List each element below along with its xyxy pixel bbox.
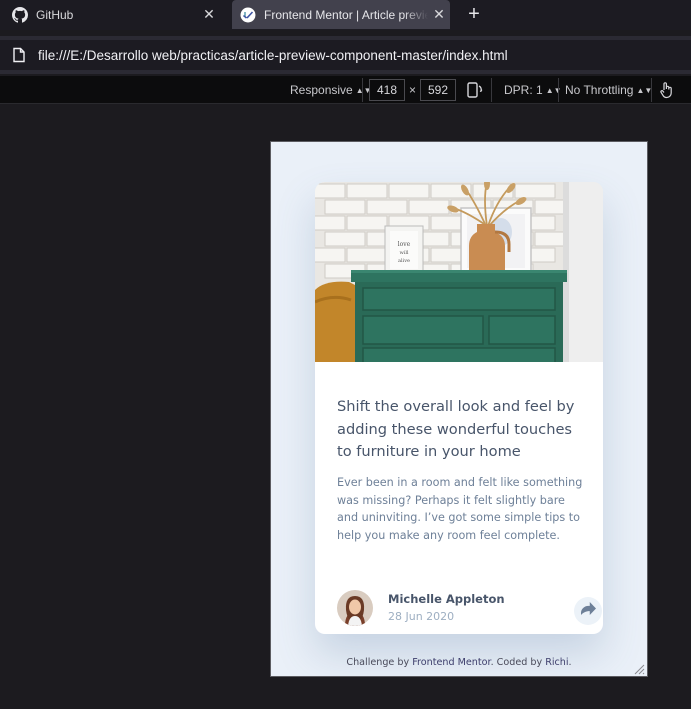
- throttling-label: No Throttling: [565, 83, 634, 97]
- divider: [558, 78, 559, 102]
- device-label: Responsive: [290, 83, 353, 97]
- svg-text:love: love: [398, 241, 411, 248]
- updown-caret-icon: ▲▼: [636, 86, 653, 95]
- close-icon[interactable]: ✕: [198, 6, 220, 23]
- responsive-viewport: love will alive Shift the overall look a…: [270, 141, 648, 677]
- dimension-separator: ×: [409, 83, 417, 97]
- page-icon: [12, 47, 26, 63]
- share-icon: [580, 602, 596, 620]
- close-icon[interactable]: ✕: [428, 6, 450, 23]
- new-tab-button[interactable]: +: [463, 3, 485, 25]
- viewport-width-input[interactable]: 418: [369, 79, 405, 101]
- divider: [651, 78, 652, 102]
- throttling-selector[interactable]: No Throttling ▲▼: [565, 80, 652, 100]
- tab-title: Frontend Mentor | Article preview compon…: [264, 7, 428, 22]
- publish-date: 28 Jun 2020: [388, 610, 455, 623]
- author-row: Michelle Appleton 28 Jun 2020: [337, 588, 602, 626]
- article-title[interactable]: Shift the overall look and feel by addin…: [337, 396, 585, 464]
- navigation-bar: file:///E:/Desarrollo web/practicas/arti…: [0, 36, 691, 74]
- github-icon: [12, 6, 28, 23]
- resize-handle-icon[interactable]: [633, 662, 645, 675]
- divider: [491, 78, 492, 102]
- frontend-mentor-link[interactable]: Frontend Mentor: [412, 657, 490, 668]
- rotate-viewport-icon[interactable]: [466, 80, 484, 100]
- tab-strip: GitHub ✕ Frontend Mentor | Article previ…: [0, 0, 691, 30]
- svg-text:alive: alive: [398, 258, 410, 264]
- dpr-label: DPR: 1: [504, 83, 543, 97]
- svg-text:will: will: [399, 250, 408, 256]
- frontend-mentor-icon: [240, 7, 256, 23]
- url-text: file:///E:/Desarrollo web/practicas/arti…: [38, 47, 508, 63]
- attribution-prefix: Challenge by: [346, 657, 413, 668]
- divider: [362, 78, 363, 102]
- dpr-selector[interactable]: DPR: 1 ▲▼: [504, 80, 562, 100]
- address-bar[interactable]: file:///E:/Desarrollo web/practicas/arti…: [0, 40, 691, 70]
- drawers-image: love will alive: [315, 182, 603, 362]
- viewport-height-input[interactable]: 592: [420, 79, 456, 101]
- page-background: love will alive Shift the overall look a…: [271, 142, 647, 676]
- article-description: Ever been in a room and felt like someth…: [337, 476, 583, 542]
- article-card: love will alive Shift the overall look a…: [315, 182, 603, 634]
- attribution: Challenge by Frontend Mentor. Coded by R…: [271, 657, 647, 668]
- device-selector[interactable]: Responsive ▲▼: [290, 80, 372, 100]
- share-button[interactable]: [574, 597, 602, 625]
- coder-link[interactable]: Richi: [545, 657, 568, 668]
- tab-frontend-mentor[interactable]: Frontend Mentor | Article preview compon…: [232, 0, 450, 29]
- avatar: [337, 590, 373, 626]
- updown-caret-icon: ▲▼: [545, 86, 562, 95]
- author-name: Michelle Appleton: [388, 592, 505, 606]
- attribution-middle: . Coded by: [490, 657, 546, 668]
- tab-github[interactable]: GitHub ✕: [0, 0, 228, 29]
- attribution-suffix: .: [568, 657, 572, 668]
- responsive-toolbar: Responsive ▲▼ 418 × 592 DPR: 1 ▲▼ No Throt…: [0, 76, 691, 104]
- touch-simulation-icon[interactable]: [659, 81, 675, 101]
